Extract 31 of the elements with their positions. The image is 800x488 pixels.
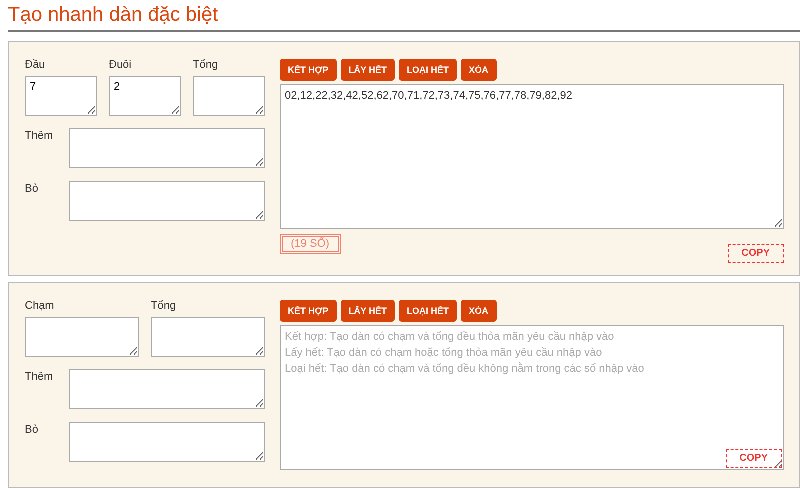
field-label: Đuôi [109, 59, 133, 71]
input-field[interactable] [193, 76, 265, 116]
action-button[interactable]: KẾT HỢP [280, 59, 337, 81]
input-field[interactable] [69, 422, 265, 462]
count-label: (19 SỐ) [280, 234, 341, 254]
page-title: Tạo nhanh dàn đặc biệt [8, 0, 800, 32]
field-label: Bỏ [25, 423, 40, 438]
field-label: Tổng [193, 59, 220, 71]
copy-button[interactable]: COPY [726, 449, 782, 468]
action-button[interactable]: LẤY HẾT [340, 59, 396, 81]
action-button[interactable]: XÓA [461, 300, 497, 322]
input-field[interactable] [69, 128, 265, 168]
field-label: Thêm [25, 370, 54, 385]
input-field[interactable] [69, 369, 265, 409]
action-button[interactable]: LOẠI HẾT [399, 300, 458, 322]
action-button[interactable]: LOẠI HẾT [399, 59, 458, 81]
result-field[interactable]: 02,12,22,32,42,52,62,70,71,72,73,74,75,76,77,78,79,82,92 [280, 84, 784, 229]
field-label: Đầu [25, 59, 46, 71]
input-field[interactable] [151, 317, 265, 357]
input-field[interactable] [25, 317, 139, 357]
copy-button[interactable]: COPY [728, 244, 784, 263]
field-label: Bỏ [25, 182, 40, 197]
input-field[interactable] [69, 181, 265, 221]
field-label: Chạm [25, 300, 56, 312]
action-button[interactable]: LẤY HẾT [340, 300, 396, 322]
field-label: Tổng [151, 300, 178, 312]
action-button[interactable]: KẾT HỢP [280, 300, 337, 322]
input-field[interactable]: 7 [25, 76, 97, 116]
input-field[interactable]: 2 [109, 76, 181, 116]
action-button[interactable]: XÓA [461, 59, 497, 81]
field-label: Thêm [25, 129, 54, 144]
